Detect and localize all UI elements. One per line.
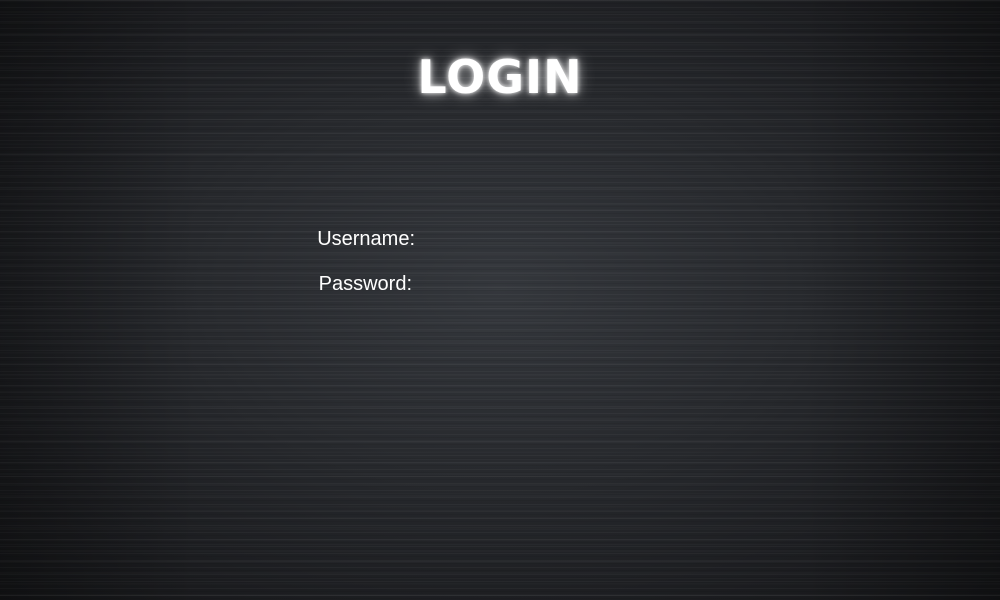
- username-input[interactable]: [428, 226, 668, 252]
- password-label: Password:: [318, 273, 412, 295]
- password-row: Password:: [0, 271, 1000, 297]
- page-title: LOGIN: [417, 50, 583, 104]
- login-screen: LOGIN Username: Password:: [0, 0, 1000, 600]
- password-input[interactable]: [428, 271, 668, 297]
- username-row: Username:: [0, 226, 1000, 252]
- username-label: Username:: [317, 228, 415, 250]
